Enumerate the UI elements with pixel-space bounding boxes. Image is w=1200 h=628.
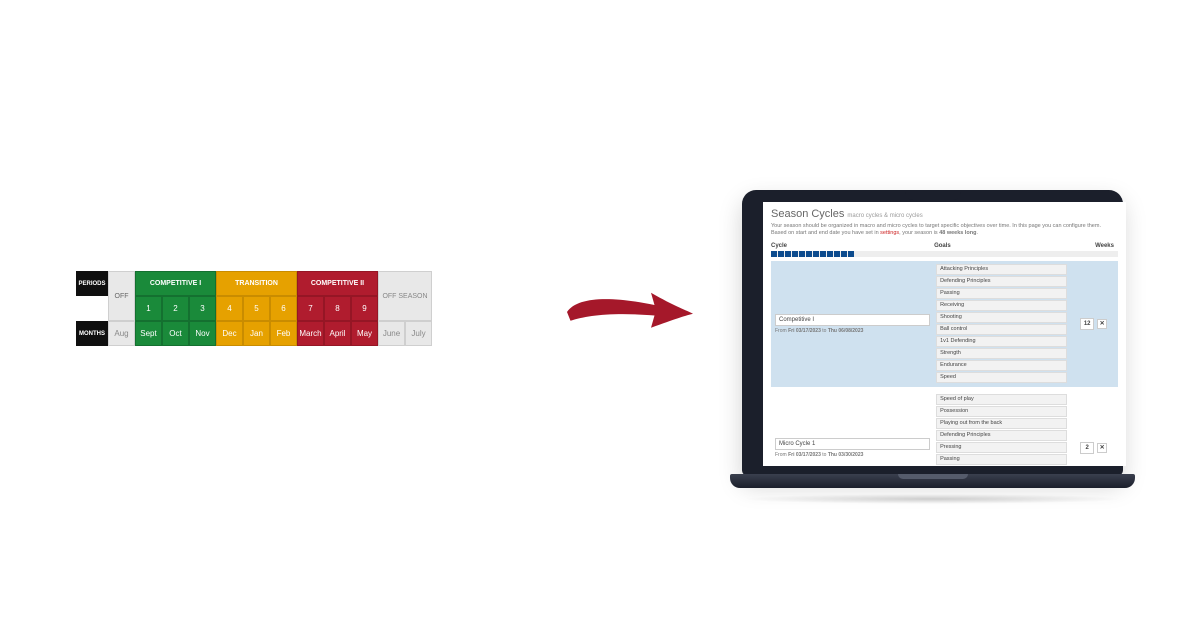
period-9: 9: [351, 296, 378, 321]
cycle-goals: Attacking PrinciplesDefending Principles…: [934, 261, 1069, 387]
cycle-name-input[interactable]: Micro Cycle 1: [775, 438, 930, 450]
month-july: July: [405, 321, 432, 346]
off-cell: OFF: [108, 271, 135, 321]
month-oct: Oct: [162, 321, 189, 346]
delete-cycle-button[interactable]: ✕: [1097, 443, 1107, 453]
col-goals: Goals: [934, 243, 1069, 249]
goal-item[interactable]: Ball control: [936, 324, 1067, 335]
month-jan: Jan: [243, 321, 270, 346]
period-5: 5: [243, 296, 270, 321]
weeks-input[interactable]: 2: [1080, 442, 1094, 454]
phase-transition-label: TRANSITION: [216, 271, 297, 296]
phase-competitive2-label: COMPETITIVE II: [297, 271, 378, 296]
month-feb: Feb: [270, 321, 297, 346]
col-weeks: Weeks: [1069, 243, 1118, 249]
cycle-row: Micro Cycle 1 From Fri 03/17/2023 to Thu …: [771, 391, 1118, 466]
period-8: 8: [324, 296, 351, 321]
weeks-input[interactable]: 12: [1080, 318, 1094, 330]
off-season-cell: OFF SEASON: [378, 271, 432, 321]
month-april: April: [324, 321, 351, 346]
periods-row-label: PERIODS: [76, 271, 108, 296]
month-may: May: [351, 321, 378, 346]
goal-item[interactable]: Possession: [936, 406, 1067, 417]
laptop-shadow: [742, 494, 1123, 504]
laptop-base: [730, 474, 1135, 488]
laptop-notch: [905, 190, 961, 200]
goal-item[interactable]: Speed of play: [936, 394, 1067, 405]
settings-link[interactable]: settings: [880, 230, 899, 236]
goal-item[interactable]: 1v1 Defending: [936, 336, 1067, 347]
cycle-dates: From Fri 03/17/2023 to Thu 03/30/2023: [775, 452, 930, 458]
goal-item[interactable]: Shooting: [936, 312, 1067, 323]
goal-item[interactable]: Defending Principles: [936, 430, 1067, 441]
period-4: 4: [216, 296, 243, 321]
periods-header-row: PERIODS OFF COMPETITIVE I 1 2 3 TRANSITI…: [76, 271, 432, 321]
period-3: 3: [189, 296, 216, 321]
cycle-row: Competitive I From Fri 03/17/2023 to Thu …: [771, 261, 1118, 387]
cycle-name-input[interactable]: Competitive I: [775, 314, 930, 326]
month-nov: Nov: [189, 321, 216, 346]
goal-item[interactable]: Pressing: [936, 442, 1067, 453]
table-header: Cycle Goals Weeks: [771, 243, 1118, 249]
laptop-screen: Season Cyclesmacro cycles & micro cycles…: [763, 202, 1126, 466]
arrow-icon: [560, 270, 700, 340]
cycle-dates: From Fri 03/17/2023 to Thu 06/08/2023: [775, 328, 930, 334]
goal-item[interactable]: Defending Principles: [936, 276, 1067, 287]
goal-item[interactable]: Receiving: [936, 300, 1067, 311]
month-march: March: [297, 321, 324, 346]
page-title: Season Cyclesmacro cycles & micro cycles: [771, 208, 1118, 220]
cycle-goals: Speed of playPossessionPlaying out from …: [934, 391, 1069, 466]
goal-item[interactable]: Speed: [936, 372, 1067, 383]
goal-item[interactable]: Passing: [936, 454, 1067, 465]
months-row-label: MONTHS: [76, 321, 108, 346]
period-7: 7: [297, 296, 324, 321]
months-row: MONTHS Aug Sept Oct Nov Dec Jan Feb Marc…: [76, 321, 432, 346]
goal-item[interactable]: Strength: [936, 348, 1067, 359]
season-progress: [771, 251, 1118, 257]
page-description: Your season should be organized in macro…: [771, 223, 1118, 238]
month-sept: Sept: [135, 321, 162, 346]
period-6: 6: [270, 296, 297, 321]
period-2: 2: [162, 296, 189, 321]
period-1: 1: [135, 296, 162, 321]
delete-cycle-button[interactable]: ✕: [1097, 319, 1107, 329]
laptop-mockup: Season Cyclesmacro cycles & micro cycles…: [730, 190, 1135, 500]
goal-item[interactable]: Attacking Principles: [936, 264, 1067, 275]
month-june: June: [378, 321, 405, 346]
month-dec: Dec: [216, 321, 243, 346]
periodization-table: PERIODS OFF COMPETITIVE I 1 2 3 TRANSITI…: [76, 271, 432, 346]
month-aug: Aug: [108, 321, 135, 346]
season-cycles-app: Season Cyclesmacro cycles & micro cycles…: [763, 202, 1126, 466]
col-cycle: Cycle: [771, 243, 934, 249]
goal-item[interactable]: Endurance: [936, 360, 1067, 371]
goal-item[interactable]: Passing: [936, 288, 1067, 299]
phase-competitive1-label: COMPETITIVE I: [135, 271, 216, 296]
goal-item[interactable]: Playing out from the back: [936, 418, 1067, 429]
